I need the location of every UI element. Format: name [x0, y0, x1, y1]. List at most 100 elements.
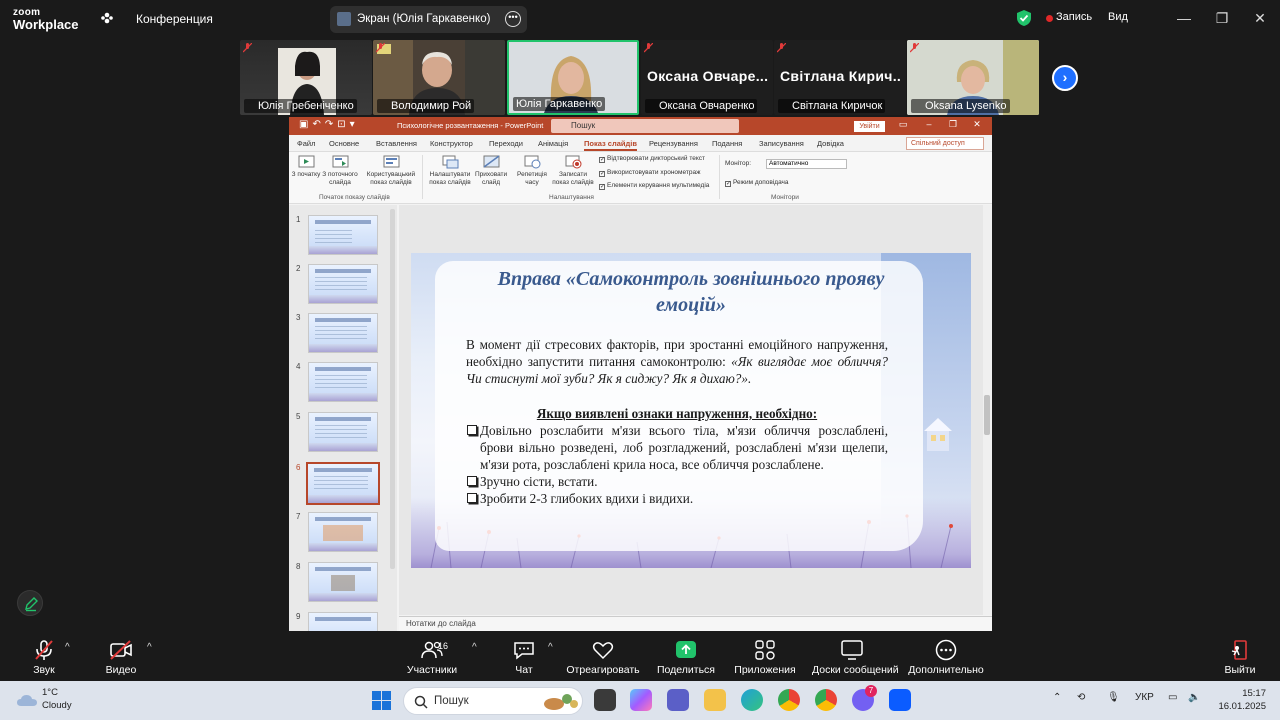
tab-animations[interactable]: Анімація [538, 139, 568, 148]
notes-pane[interactable]: Нотатки до слайда [399, 616, 992, 631]
ppt-close-icon[interactable]: ✕ [969, 119, 985, 130]
media-controls-checkbox[interactable]: ✓ Елементи керування мультимедіа [599, 182, 709, 190]
slide-thumbnail[interactable] [308, 612, 378, 631]
participant-tile[interactable]: Володимир Рой [373, 40, 505, 115]
slide-thumbnail[interactable] [308, 512, 378, 552]
participant-tile[interactable]: Світлана Кирич... Світлана Киричок [774, 40, 906, 115]
slide-thumbnail-selected[interactable] [306, 462, 380, 505]
task-view-icon[interactable] [594, 689, 616, 711]
speaker-muted-icon[interactable]: 🔈 [1188, 692, 1200, 703]
record-slideshow-label: Записати показ слайдів [552, 171, 594, 186]
from-beginning-button[interactable]: З початку [291, 155, 321, 179]
quick-access-toolbar-icon[interactable]: ▣↶↷⊡▾ [299, 119, 359, 130]
clock-time: 15:17 [1242, 688, 1266, 699]
ppt-restore-icon[interactable]: ❐ [945, 119, 961, 130]
close-icon[interactable]: ✕ [1246, 6, 1274, 30]
tray-chevron-up-icon[interactable]: ⌃ [1053, 692, 1061, 703]
rehearse-timings-button[interactable]: Репетиція часу [514, 155, 550, 187]
apps-button[interactable]: Приложения [725, 631, 805, 681]
custom-show-button[interactable]: Користувацький показ слайдів [364, 155, 418, 187]
next-page-arrow-icon[interactable]: › [1052, 65, 1078, 91]
scrollbar-thumb[interactable] [984, 395, 990, 435]
copilot-icon[interactable] [630, 689, 652, 711]
ppt-search-box[interactable]: Пошук [551, 119, 739, 133]
system-clock[interactable]: 15:17 16.01.2025 [1212, 687, 1266, 713]
video-button[interactable]: Видео [81, 631, 161, 681]
video-options-chevron-icon[interactable]: ^ [147, 642, 152, 653]
edge-browser-icon[interactable] [741, 689, 763, 711]
slide-thumbnail[interactable] [308, 215, 378, 255]
participant-tile[interactable]: Оксана Овчаре... Оксана Овчаренко [641, 40, 773, 115]
more-options-icon[interactable]: ••• [505, 11, 521, 27]
slide-thumbnail[interactable] [308, 562, 378, 602]
leave-button[interactable]: Выйти [1200, 631, 1280, 681]
annotate-pencil-icon[interactable] [17, 590, 43, 616]
more-button[interactable]: Дополнительно [906, 631, 986, 681]
monitor-select[interactable]: Автоматично [766, 159, 847, 169]
conference-label[interactable]: Конференция [136, 12, 213, 26]
windows-start-icon[interactable] [371, 690, 392, 711]
record-label[interactable]: Запись [1056, 11, 1092, 23]
thumbnail-scrollbar[interactable] [390, 209, 395, 569]
chrome-profile-icon[interactable] [815, 689, 837, 711]
tab-view[interactable]: Подання [712, 139, 742, 148]
apps-label: Приложения [734, 664, 796, 676]
record-slideshow-button[interactable]: Записати показ слайдів [551, 155, 595, 187]
use-timings-checkbox[interactable]: ✓ Використовувати хронометраж [599, 169, 700, 177]
screen-share-indicator[interactable]: Экран (Юлія Гаркавенко) ••• [330, 6, 527, 33]
tab-insert[interactable]: Вставлення [376, 139, 417, 148]
ppt-minimize-icon[interactable]: – [921, 119, 937, 129]
share-screen-button[interactable]: Поделиться [646, 631, 726, 681]
chat-button[interactable]: Чат [484, 631, 564, 681]
meeting-info-icon[interactable] [100, 11, 114, 25]
slide-vertical-scrollbar[interactable] [983, 205, 992, 615]
tab-home[interactable]: Основне [329, 139, 359, 148]
tab-transitions[interactable]: Переходи [489, 139, 523, 148]
slide-thumbnail[interactable] [308, 313, 378, 353]
presenter-view-checkbox[interactable]: ✓ Режим доповідача [725, 179, 789, 187]
slide-thumbnail[interactable] [308, 264, 378, 304]
participant-tile[interactable]: Юлія Гребеніченко [240, 40, 372, 115]
react-button[interactable]: Отреагировать [563, 631, 643, 681]
whiteboards-button[interactable]: Доски сообщений [812, 631, 899, 681]
participant-tile[interactable]: Oksana Lysenko [907, 40, 1039, 115]
ppt-share-button[interactable]: Спільний доступ [906, 137, 984, 150]
teams-icon[interactable] [667, 689, 689, 711]
participant-name-large: Світлана Кирич... [780, 68, 902, 84]
tab-file[interactable]: Файл [297, 139, 315, 148]
setup-slideshow-button[interactable]: Налаштувати показ слайдів [425, 155, 475, 187]
input-language[interactable]: УКР [1135, 692, 1154, 703]
tab-review[interactable]: Рецензування [649, 139, 698, 148]
ribbon-display-icon[interactable]: ▭ [895, 119, 911, 130]
minimize-icon[interactable]: — [1170, 6, 1198, 30]
chat-options-chevron-icon[interactable]: ^ [548, 642, 553, 653]
hide-slide-button[interactable]: Приховати слайд [475, 155, 507, 187]
slide-thumbnail[interactable] [308, 412, 378, 452]
network-icon[interactable]: ▭ [1168, 692, 1177, 703]
participant-tile-active-speaker[interactable]: Юлія Гаркавенко [507, 40, 639, 115]
tab-design[interactable]: Конструктор [430, 139, 473, 148]
microphone-tray-icon[interactable]: 🎙 [1107, 692, 1120, 703]
audio-button[interactable]: Звук [4, 631, 84, 681]
participants-options-chevron-icon[interactable]: ^ [472, 642, 477, 653]
chrome-icon[interactable] [778, 689, 800, 711]
current-slide[interactable]: Вправа «Самоконтроль зовнішнього прояву … [411, 253, 971, 568]
tab-recording[interactable]: Записування [759, 139, 804, 148]
zoom-app-icon[interactable] [889, 689, 911, 711]
file-explorer-icon[interactable] [704, 689, 726, 711]
view-menu[interactable]: Вид [1108, 11, 1128, 23]
tab-slide-show[interactable]: Показ слайдів [584, 139, 637, 151]
participants-button[interactable]: 16 Участники [392, 631, 472, 681]
from-current-label: З поточного слайда [322, 171, 358, 186]
security-shield-icon[interactable] [1016, 9, 1032, 27]
sync-icon[interactable]: ⟲ [1077, 692, 1085, 703]
ppt-signin-button[interactable]: Увійти [854, 121, 885, 132]
slide-thumbnail[interactable] [308, 362, 378, 402]
play-narrations-checkbox[interactable]: ✓ Відтворювати дикторський текст [599, 155, 705, 163]
tab-help[interactable]: Довідка [817, 139, 844, 148]
media-controls-label: Елементи керування мультимедіа [607, 182, 710, 189]
audio-options-chevron-icon[interactable]: ^ [65, 642, 70, 653]
taskbar-search[interactable]: Пошук [403, 687, 583, 715]
from-current-button[interactable]: З поточного слайда [322, 155, 358, 187]
maximize-icon[interactable]: ❐ [1208, 6, 1236, 30]
